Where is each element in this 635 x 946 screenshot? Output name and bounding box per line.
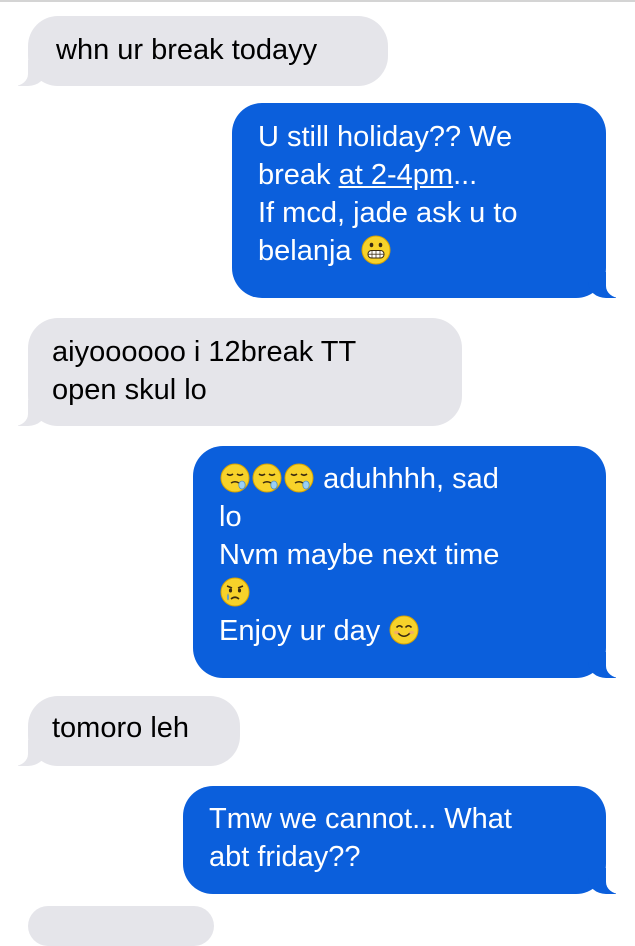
message-text: aduhhhh, sad: [323, 463, 499, 495]
grimacing-face-emoji-icon: [361, 235, 391, 265]
crying-face-emoji-icon: [220, 577, 250, 607]
message-text: U still holiday?? We: [258, 121, 513, 153]
incoming-message-bubble[interactable]: aiyoooooo i 12break TT open skul lo: [2, 318, 462, 426]
message-text-line: Enjoy ur day: [219, 612, 586, 650]
time-data-link[interactable]: at 2-4pm: [339, 159, 453, 191]
message-text-line: break at 2-4pm...: [258, 156, 582, 194]
message-text-line: aduhhhh, sad: [219, 460, 586, 498]
message-text: abt friday??: [209, 841, 361, 873]
message-text: whn ur break todayy: [56, 34, 318, 66]
message-text: ...: [453, 159, 478, 191]
message-text-line: belanja: [258, 232, 582, 270]
outgoing-message-bubble[interactable]: U still holiday?? We break at 2-4pm... I…: [232, 103, 632, 298]
message-text: Tmw we cannot... What: [209, 803, 512, 835]
smiling-face-emoji-icon: [389, 615, 419, 645]
message-text: tomoro leh: [52, 712, 190, 744]
outgoing-message-bubble[interactable]: aduhhhh, sad lo Nvm maybe next time Enjo…: [193, 446, 632, 678]
sleepy-face-emoji-icon: [252, 463, 282, 493]
incoming-message-bubble[interactable]: tomoro leh: [2, 696, 240, 766]
message-text: aiyoooooo i 12break TT: [52, 336, 357, 368]
outgoing-message-bubble[interactable]: Tmw we cannot... What abt friday??: [183, 786, 632, 894]
message-text: Nvm maybe next time: [219, 539, 500, 571]
message-text: break: [258, 159, 339, 191]
sleepy-face-emoji-icon: [284, 463, 314, 493]
message-text: lo: [219, 501, 242, 533]
incoming-message-bubble-partial[interactable]: [28, 906, 214, 946]
sleepy-face-emoji-icon: [220, 463, 250, 493]
incoming-message-bubble[interactable]: whn ur break todayy: [2, 16, 388, 86]
message-text: Enjoy ur day: [219, 615, 381, 647]
message-text-line: [219, 574, 586, 612]
message-text: If mcd, jade ask u to: [258, 197, 518, 229]
top-divider: [0, 0, 635, 2]
message-text: open skul lo: [52, 374, 207, 406]
message-text: belanja: [258, 235, 352, 267]
